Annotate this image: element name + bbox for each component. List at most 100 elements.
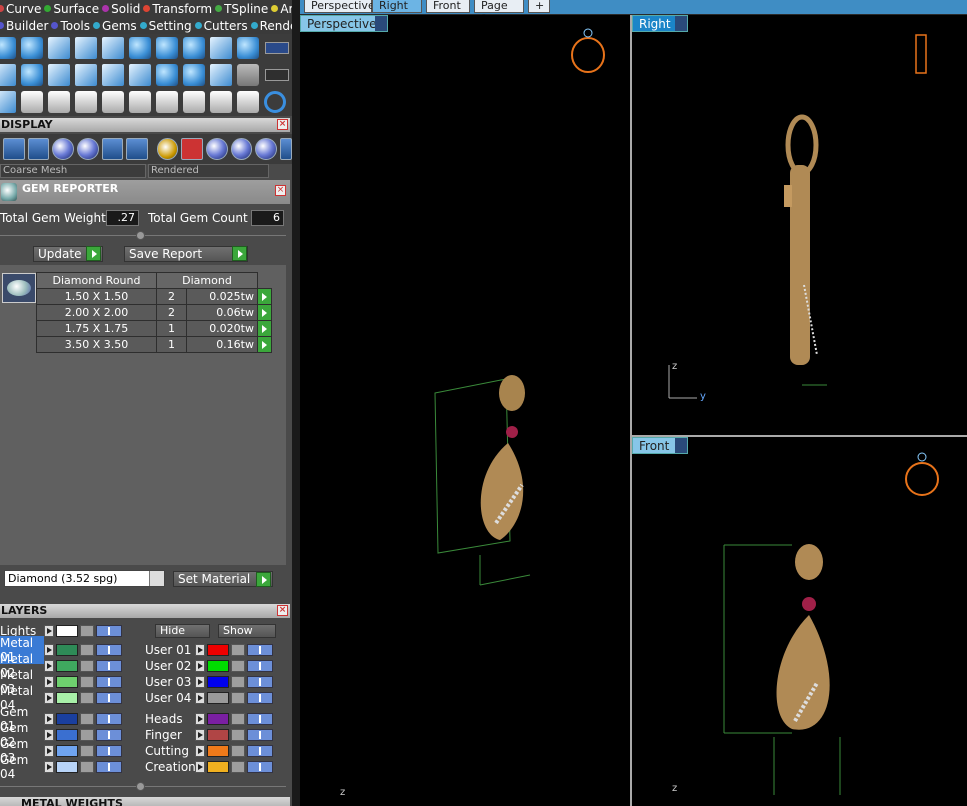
menu-item-curve[interactable]: Curve [0,2,41,16]
menu-item-surface[interactable]: Surface [44,2,99,16]
layer-row[interactable]: Heads [145,711,273,727]
layer-row[interactable]: Finger [145,727,273,743]
gear-icon[interactable] [156,63,178,86]
color-swatch[interactable] [207,644,229,656]
expand-icon[interactable] [195,761,205,773]
surface-icon[interactable] [48,63,70,86]
menu-item-builder[interactable]: Builder [0,19,48,33]
visibility-icon[interactable] [247,676,273,688]
lock-icon[interactable] [231,729,245,741]
save-report-go-icon[interactable] [232,246,247,261]
row-go-icon[interactable] [257,336,272,353]
menu-item-render[interactable]: Render [250,19,292,33]
lock-icon[interactable] [80,713,94,725]
row-go-icon[interactable] [257,288,272,305]
color-swatch[interactable] [56,692,78,704]
menu-item-transform[interactable]: Transform [143,2,212,16]
sphere-icon[interactable] [230,138,253,160]
color-swatch[interactable] [207,676,229,688]
layer-name[interactable]: Creation [145,760,196,774]
rotate-icon[interactable] [129,90,151,113]
lock-icon[interactable] [80,676,94,688]
table-row[interactable]: 2.00 X 2.00 2 0.06tw [36,304,272,321]
cylinder-icon[interactable] [210,36,232,59]
table-row[interactable]: 3.50 X 3.50 1 0.16tw [36,336,272,353]
row-go-icon[interactable] [257,320,272,337]
visibility-icon[interactable] [96,676,122,688]
layer-row[interactable]: User 02 [145,658,273,674]
gear-icon[interactable] [129,36,151,59]
page-icon[interactable] [102,63,124,86]
front-viewport[interactable]: Front z [632,437,967,806]
layout-icon[interactable] [126,138,148,160]
layer-name[interactable]: User 02 [145,659,195,673]
surface-icon[interactable] [129,63,151,86]
visibility-icon[interactable] [96,745,122,757]
visibility-icon[interactable] [247,745,273,757]
lock-icon[interactable] [80,644,94,656]
menu-item-gems[interactable]: Gems [93,19,137,33]
table-row[interactable]: 1.50 X 1.50 2 0.025tw [36,288,272,305]
row-go-icon[interactable] [257,304,272,321]
close-icon[interactable]: × [275,185,286,196]
lock-icon[interactable] [80,625,94,637]
visibility-icon[interactable] [247,692,273,704]
set-material-go-icon[interactable] [256,572,271,587]
menu-item-art[interactable]: Art [271,2,292,16]
frame-icon[interactable] [181,138,204,160]
lock-icon[interactable] [231,745,245,757]
layer-row[interactable]: Cutting [145,743,273,759]
refresh-icon[interactable] [101,138,124,160]
add-point-icon[interactable] [48,36,70,59]
expand-icon[interactable] [195,713,205,725]
gear-icon[interactable] [183,63,205,86]
lightbulb-icon[interactable] [27,138,50,160]
save-report-button[interactable]: Save Report [124,246,248,262]
ring-icon[interactable] [264,90,286,113]
move-icon[interactable] [102,90,124,113]
expand-icon[interactable] [195,745,205,757]
expand-icon[interactable] [44,676,54,688]
layer-name[interactable]: User 04 [145,691,195,705]
splitter-handle[interactable] [136,231,145,240]
expand-icon[interactable] [44,745,54,757]
sphere-icon[interactable] [76,138,99,160]
color-swatch[interactable] [56,761,78,773]
expand-icon[interactable] [44,660,54,672]
expand-icon[interactable] [44,625,54,637]
panel-toggle-button[interactable] [280,138,292,160]
lock-icon[interactable] [231,761,245,773]
layer-row[interactable]: User 03 [145,674,273,690]
layer-row[interactable]: User 01 [145,642,273,658]
scale-icon[interactable] [156,90,178,113]
color-swatch[interactable] [56,625,78,637]
expand-icon[interactable] [44,692,54,704]
gem-icon[interactable] [21,63,43,86]
expand-icon[interactable] [44,644,54,656]
lock-icon[interactable] [80,692,94,704]
surface-icon[interactable] [75,63,97,86]
layer-row[interactable]: User 04 [145,690,273,706]
render-sphere-icon[interactable] [156,138,179,160]
lock-icon[interactable] [80,761,94,773]
perspective-viewport[interactable]: Perspective z [300,15,630,806]
visibility-icon[interactable] [247,729,273,741]
visibility-icon[interactable] [96,761,122,773]
lock-icon[interactable] [231,660,245,672]
layer-row[interactable]: Creation [145,759,273,775]
layer-name[interactable]: User 01 [145,643,195,657]
expand-icon[interactable] [195,676,205,688]
visibility-icon[interactable] [96,660,122,672]
expand-icon[interactable] [44,729,54,741]
lock-icon[interactable] [231,692,245,704]
layer-name[interactable]: Cutting [145,744,195,758]
color-swatch[interactable] [56,676,78,688]
color-swatch[interactable] [207,692,229,704]
visibility-icon[interactable] [247,660,273,672]
right-viewport[interactable]: Right z y [632,15,967,435]
lock-icon[interactable] [80,660,94,672]
gear-icon[interactable] [237,36,259,59]
lock-icon[interactable] [231,644,245,656]
layer-name[interactable]: Heads [145,712,195,726]
layer-name[interactable]: User 03 [145,675,195,689]
